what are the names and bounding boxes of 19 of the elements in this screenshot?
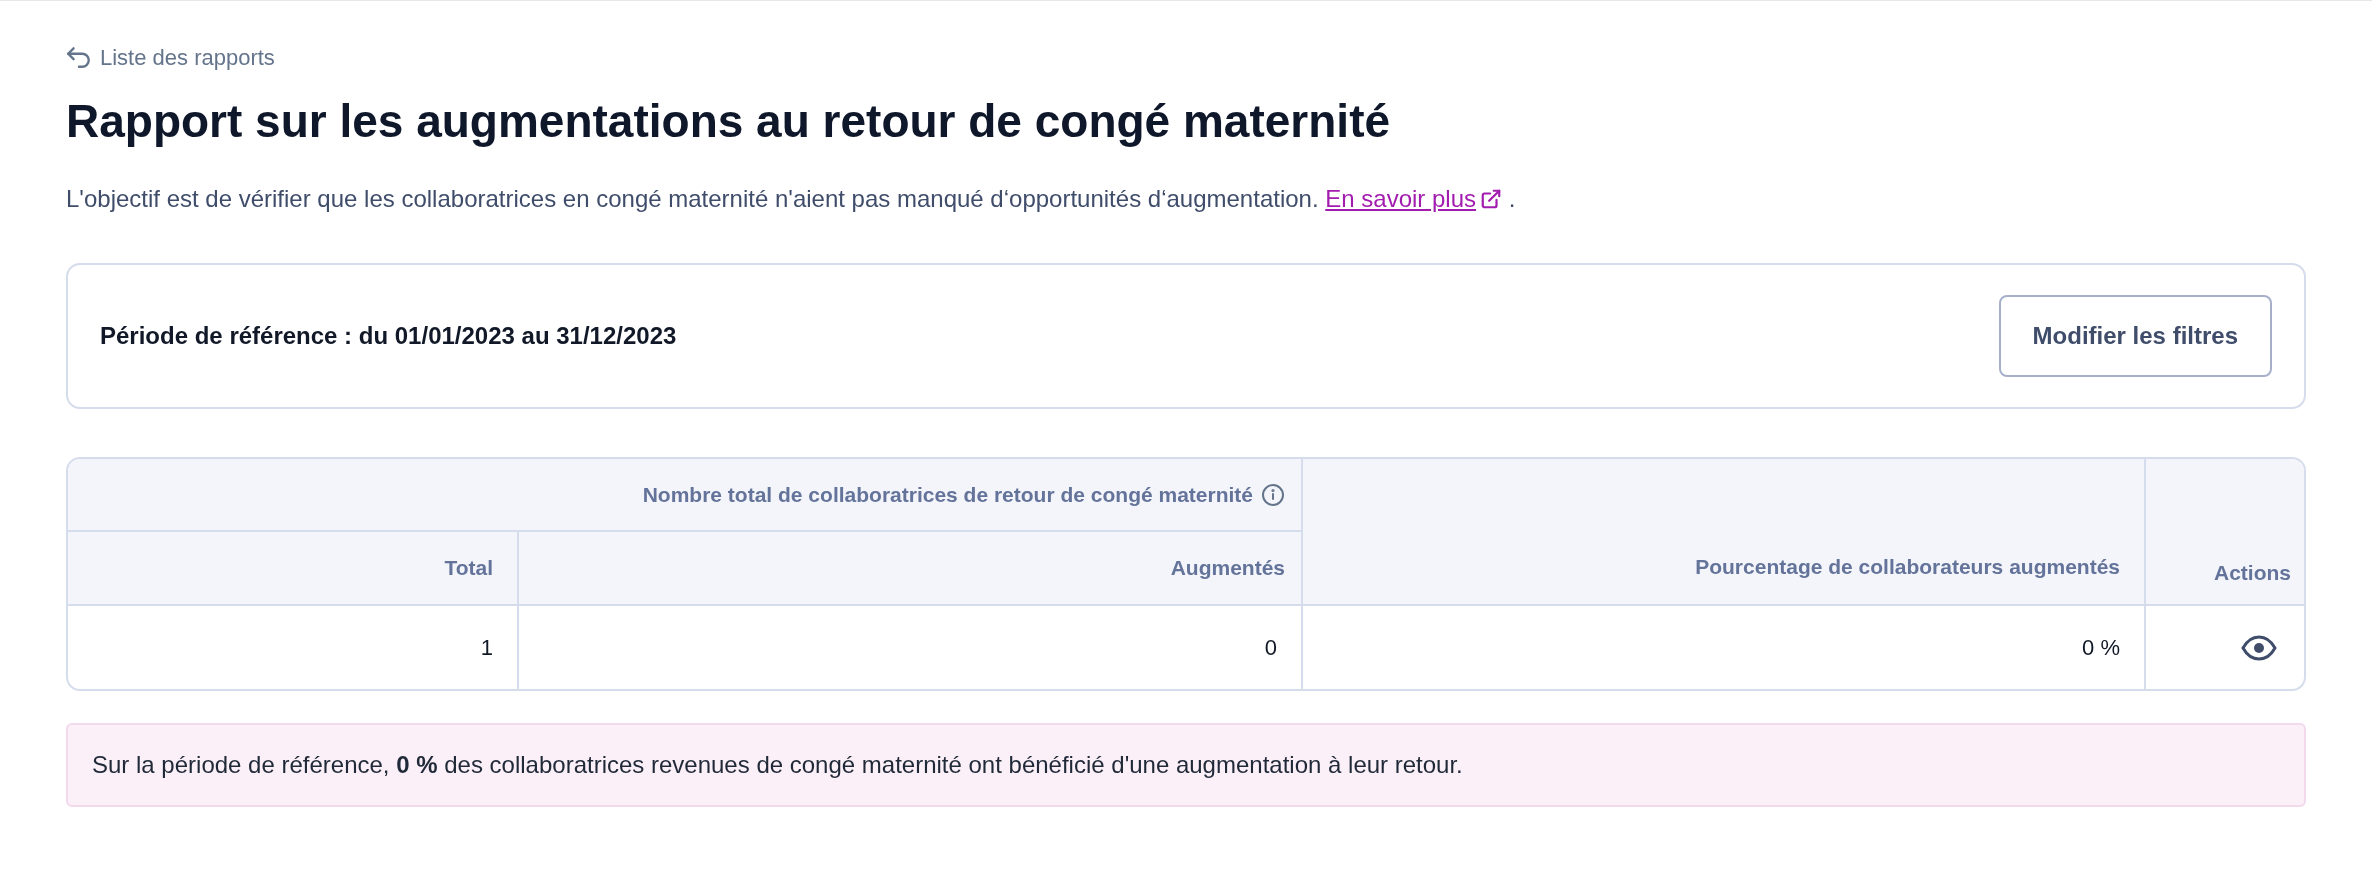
column-group-label: Nombre total de collaboratrices de retour de congé maternité [642,482,1253,506]
page-description: L'objectif est de vérifier que les collaboratrices en congé maternité n'aient pas manqué d‘opportunités d‘augmentation. En savoir plus . [66,184,1517,214]
column-header: Pourcentage de collaborateurs augmentés [1302,459,2145,605]
back-arrow-icon [66,46,92,68]
external-link-icon [1480,188,1502,210]
back-link[interactable]: Liste des rapports [66,39,2306,75]
table-cell: 0 % [1302,605,2145,689]
table-cell: 0 [518,605,1302,689]
modify-filters-button[interactable]: Modifier les filtres [1998,295,2272,377]
column-header: Actions [2145,459,2304,605]
column-header: Total [68,531,518,605]
info-icon[interactable] [1261,482,1285,507]
eye-icon[interactable] [2241,634,2277,661]
table-cell: 1 [68,605,518,689]
page-title: Rapport sur les augmentations au retour de congé maternité [66,94,1392,149]
learn-more-link[interactable]: En savoir plus [1325,185,1502,212]
column-header: Augmentés [518,531,1302,605]
summary-text: Sur la période de référence, 0 % des collaboratrices revenues de congé maternité ont bénéficié d'une augmentation à leur retour. [92,750,1463,780]
reference-period: Période de référence : du 01/01/2023 au 31/12/2023 [100,321,677,351]
